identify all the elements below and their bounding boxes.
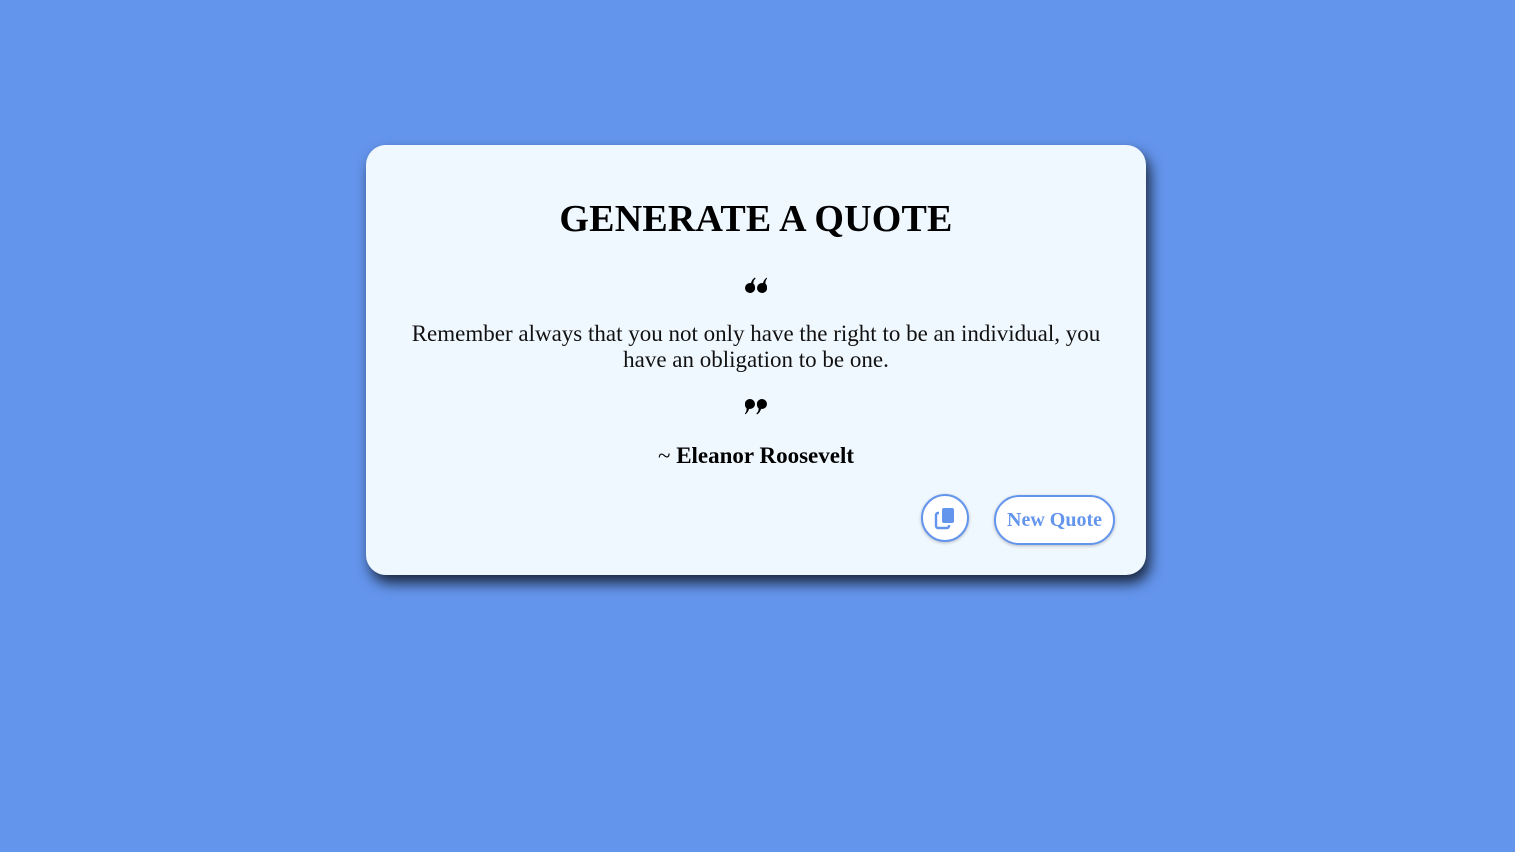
- new-quote-button[interactable]: New Quote: [994, 495, 1115, 545]
- copy-icon: [934, 508, 954, 530]
- quote-right-icon: [366, 399, 1146, 421]
- author-prefix: ~: [657, 443, 677, 468]
- quote-card: GENERATE A QUOTE Remember always that yo…: [366, 145, 1146, 575]
- author-name: Eleanor Roosevelt: [676, 443, 854, 468]
- copy-button[interactable]: [921, 494, 969, 542]
- quote-text: Remember always that you not only have t…: [411, 321, 1101, 372]
- author-line: ~ Eleanor Roosevelt: [366, 443, 1146, 469]
- quote-left-icon: [366, 277, 1146, 299]
- page-title: GENERATE A QUOTE: [559, 198, 953, 240]
